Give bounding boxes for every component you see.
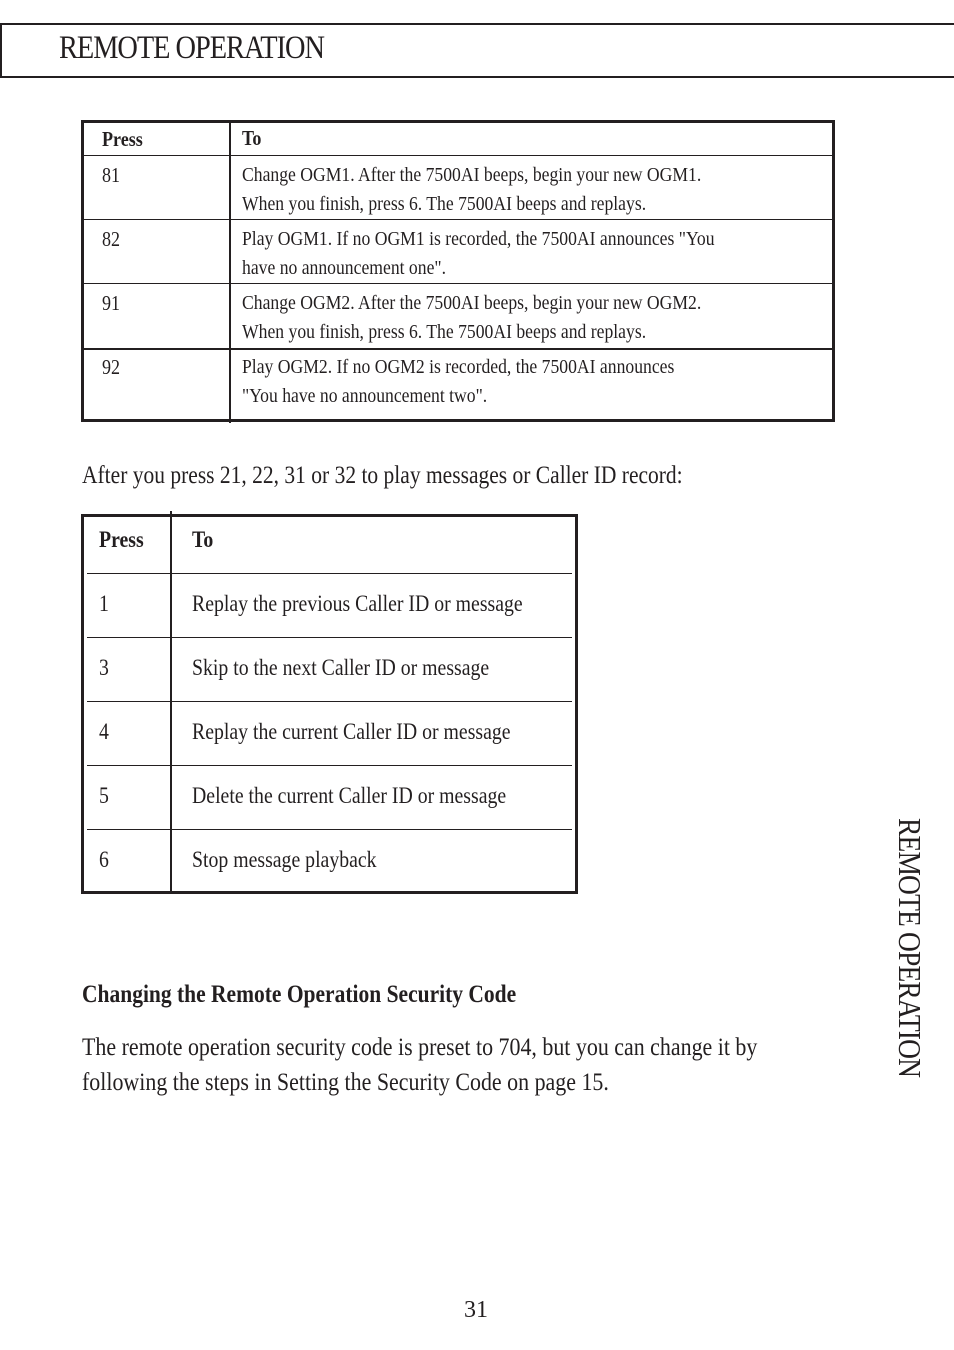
ogm-commands-table: Press To 81 Change OGM1. After the 7500A… xyxy=(81,120,835,423)
table-row-to: Skip to the next Caller ID or message xyxy=(192,655,490,680)
table-row-press: 91 xyxy=(102,291,121,315)
table-row-to: Replay the previous Caller ID or message xyxy=(192,591,523,616)
row-text-line: Change OGM2. After the 7500AI beeps, beg… xyxy=(242,292,702,314)
column-header-press: Press xyxy=(102,127,143,151)
table-row-press: 5 xyxy=(99,783,109,808)
table-row-press: 82 xyxy=(102,227,121,251)
section-heading: Changing the Remote Operation Security C… xyxy=(82,981,517,1008)
body-line: following the steps in Setting the Secur… xyxy=(82,1067,609,1096)
table-row-to: Play OGM2. If no OGM2 is recorded, the 7… xyxy=(242,353,674,410)
table-row-press: 3 xyxy=(99,655,109,680)
table-row-to: Delete the current Caller ID or message xyxy=(192,783,507,808)
page-number: 31 xyxy=(464,1297,488,1323)
row-text-line: Play OGM1. If no OGM1 is recorded, the 7… xyxy=(242,228,715,250)
table-row-to: Replay the current Caller ID or message xyxy=(192,719,511,744)
body-line: The remote operation security code is pr… xyxy=(82,1032,758,1061)
row-text-line: "You have no announcement two". xyxy=(242,384,488,407)
playback-commands-table: Press To 1 Replay the previous Caller ID… xyxy=(81,511,578,894)
table-row-to: Change OGM1. After the 7500AI beeps, beg… xyxy=(242,161,701,218)
column-divider xyxy=(229,123,231,423)
row-text-line: have no announcement one". xyxy=(242,256,446,279)
table-row-press: 4 xyxy=(99,719,109,744)
table-row-press: 81 xyxy=(102,163,121,187)
row-divider xyxy=(84,283,832,284)
row-divider xyxy=(87,829,572,830)
table-row-press: 6 xyxy=(99,847,109,872)
row-text-line: Change OGM1. After the 7500AI beeps, beg… xyxy=(242,164,702,186)
row-text-line: When you finish, press 6. The 7500AI bee… xyxy=(242,192,647,215)
table-row-to: Play OGM1. If no OGM1 is recorded, the 7… xyxy=(242,225,715,282)
row-text-line: When you finish, press 6. The 7500AI bee… xyxy=(242,320,647,343)
table-row-press: 92 xyxy=(102,355,121,379)
column-header-to: To xyxy=(192,527,214,552)
table-row-press: 1 xyxy=(99,591,109,616)
side-tab-label: REMOTE OPERATION xyxy=(892,818,928,1078)
row-divider xyxy=(84,155,832,156)
row-text-line: Play OGM2. If no OGM2 is recorded, the 7… xyxy=(242,356,675,378)
row-divider xyxy=(87,637,572,638)
table-row-to: Stop message playback xyxy=(192,847,377,872)
table-row-to: Change OGM2. After the 7500AI beeps, beg… xyxy=(242,289,701,346)
row-divider xyxy=(87,701,572,702)
row-divider xyxy=(84,219,832,220)
intro-text: After you press 21, 22, 31 or 32 to play… xyxy=(82,462,683,489)
row-divider xyxy=(87,765,572,766)
page-title: REMOTE OPERATION xyxy=(59,30,325,66)
section-body: The remote operation security code is pr… xyxy=(82,1029,757,1099)
column-header-to: To xyxy=(242,126,262,150)
column-header-press: Press xyxy=(99,527,144,552)
row-divider xyxy=(87,573,572,574)
row-divider xyxy=(84,348,832,350)
